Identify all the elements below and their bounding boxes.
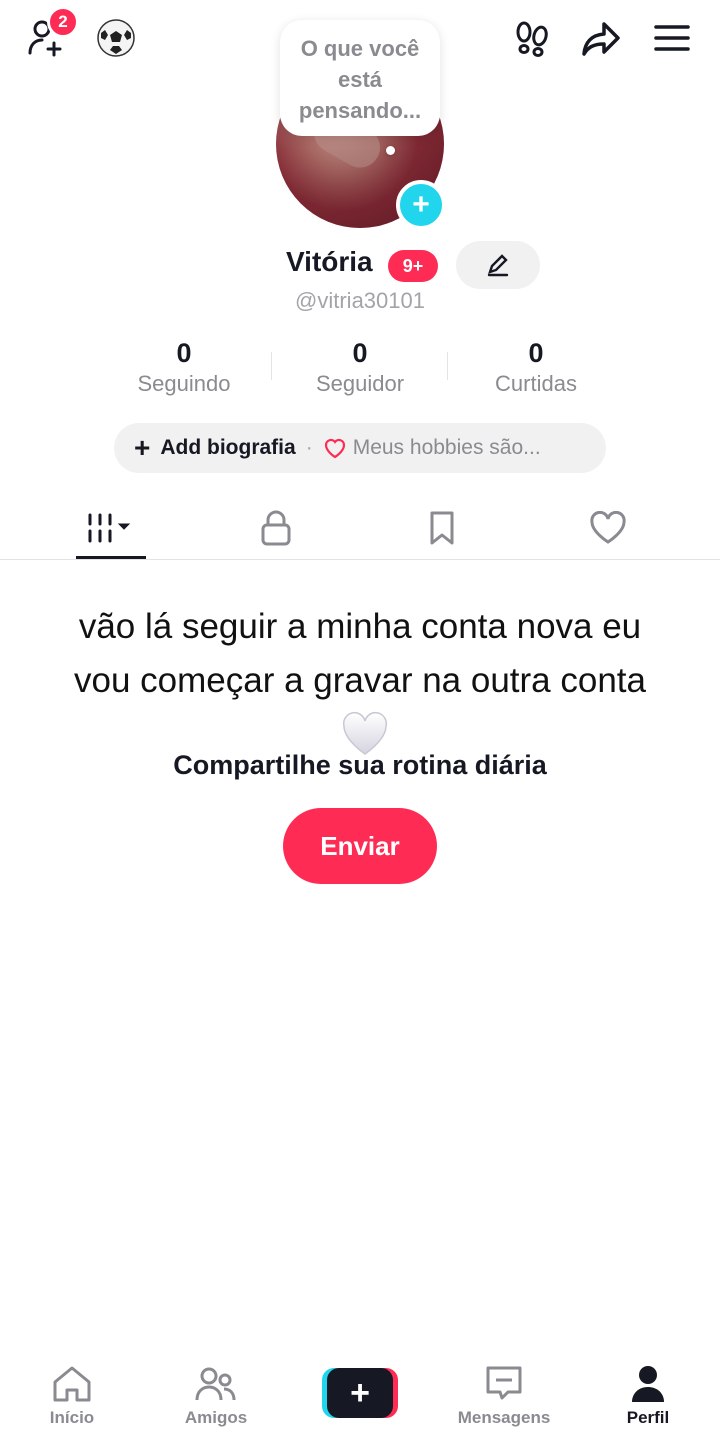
bookmark-icon bbox=[430, 511, 454, 545]
footprints-icon bbox=[516, 21, 548, 57]
white-heart-emoji-icon bbox=[340, 710, 390, 758]
edit-profile-button[interactable] bbox=[456, 241, 540, 289]
nav-profile[interactable]: Perfil bbox=[576, 1356, 720, 1436]
overlay-caption: vão lá seguir a minha conta nova eu vou … bbox=[0, 600, 720, 708]
caption-line: vão lá seguir a minha conta nova eu bbox=[78, 607, 642, 646]
profile-icon bbox=[632, 1366, 664, 1402]
thought-bubble-tail bbox=[386, 146, 395, 155]
menu-icon bbox=[654, 25, 690, 51]
profile-name: Vitória bbox=[286, 246, 373, 277]
name-badge[interactable]: 9+ bbox=[388, 250, 438, 282]
bottom-navigation: Início Amigos + Mensagens Perfil bbox=[0, 1356, 720, 1436]
videos-grid-icon bbox=[88, 513, 131, 543]
pencil-icon bbox=[487, 254, 509, 277]
tab-videos[interactable] bbox=[20, 496, 200, 560]
share-profile-button[interactable] bbox=[578, 16, 624, 60]
messages-icon bbox=[486, 1366, 522, 1400]
stat-value: 0 bbox=[352, 338, 368, 368]
add-bio-label: Add biografia bbox=[160, 436, 296, 459]
nav-label: Mensagens bbox=[457, 1408, 551, 1427]
create-button[interactable]: + bbox=[322, 1368, 398, 1418]
heart-icon bbox=[590, 511, 626, 544]
add-story-button[interactable]: + bbox=[396, 180, 446, 230]
stat-value: 0 bbox=[176, 338, 192, 368]
nav-label: Amigos bbox=[184, 1408, 248, 1427]
tab-liked[interactable] bbox=[518, 496, 698, 560]
profile-views-button[interactable] bbox=[510, 16, 554, 60]
soccer-ball-icon bbox=[97, 19, 135, 57]
thought-bubble-text: O que você está pensando... bbox=[298, 36, 422, 123]
bio-separator: · bbox=[305, 436, 313, 459]
hobbies-placeholder: Meus hobbies são... bbox=[352, 436, 541, 459]
share-icon bbox=[582, 22, 620, 56]
menu-button[interactable] bbox=[650, 16, 694, 60]
profile-tabs bbox=[0, 496, 720, 560]
active-tab-indicator bbox=[76, 556, 146, 559]
thought-bubble[interactable]: O que você está pensando... bbox=[280, 20, 440, 136]
nav-label: Perfil bbox=[626, 1408, 670, 1427]
stat-followers[interactable]: 0 Seguidor bbox=[270, 338, 450, 397]
stat-label: Curtidas bbox=[495, 371, 577, 396]
plus-icon: + bbox=[327, 1368, 393, 1418]
nav-friends[interactable]: Amigos bbox=[144, 1356, 288, 1436]
add-bio-button[interactable]: + Add biografia · Meus hobbies são... bbox=[114, 423, 606, 473]
send-button[interactable]: Enviar bbox=[283, 808, 437, 884]
nav-home[interactable]: Início bbox=[0, 1356, 144, 1436]
caption-line: vou começar a gravar na outra conta bbox=[74, 661, 646, 700]
stat-value: 0 bbox=[528, 338, 544, 368]
nav-messages[interactable]: Mensagens bbox=[432, 1356, 576, 1436]
nav-label: Início bbox=[49, 1408, 95, 1427]
stat-label: Seguidor bbox=[315, 371, 405, 396]
lock-icon bbox=[261, 510, 291, 546]
soccer-ball-button[interactable] bbox=[94, 16, 138, 60]
stat-likes[interactable]: 0 Curtidas bbox=[446, 338, 626, 397]
friend-requests-badge: 2 bbox=[47, 6, 79, 38]
profile-handle: @vitria30101 bbox=[295, 288, 425, 313]
tab-saved[interactable] bbox=[352, 496, 532, 560]
stat-following[interactable]: 0 Seguindo bbox=[94, 338, 274, 397]
plus-icon: + bbox=[134, 432, 151, 463]
stat-label: Seguindo bbox=[137, 371, 231, 396]
home-icon bbox=[53, 1366, 91, 1402]
friends-icon bbox=[195, 1367, 236, 1401]
heart-outline-icon bbox=[324, 438, 345, 459]
tab-private[interactable] bbox=[186, 496, 366, 560]
